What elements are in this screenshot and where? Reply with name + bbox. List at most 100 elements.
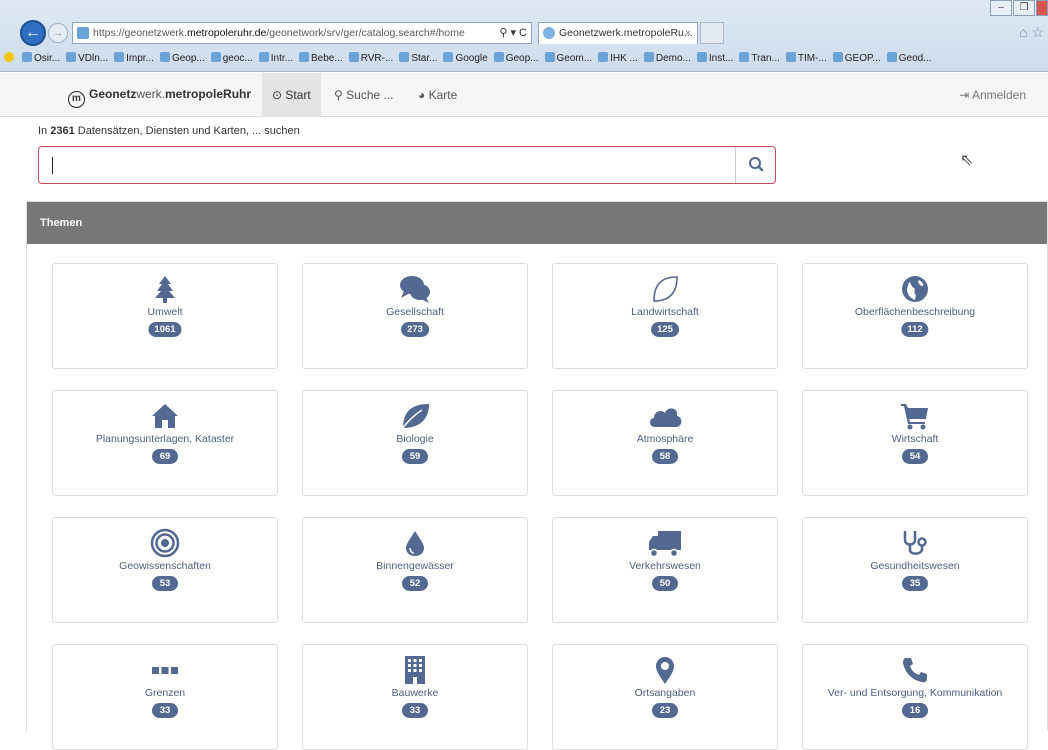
leaf-outline-icon	[553, 274, 777, 304]
favorite-link[interactable]: Geop...	[493, 48, 539, 70]
topic-label: Wirtschaft	[891, 433, 939, 445]
back-button[interactable]: ←	[20, 20, 46, 46]
topic-label: Gesundheitswesen	[870, 560, 960, 572]
favorite-link[interactable]: Inst...	[696, 48, 733, 70]
favorite-icon	[886, 52, 897, 62]
topic-card[interactable]: Planungsunterlagen, Kataster 69	[52, 390, 278, 496]
phone-icon	[803, 655, 1027, 685]
favorite-link[interactable]: Intr...	[258, 48, 293, 70]
topic-label: Grenzen	[144, 687, 186, 699]
favorite-icon	[643, 52, 654, 62]
favorite-icon	[696, 52, 707, 62]
themes-panel: Themen Umwelt 1061 Gesellschaft 273 Landwirt…	[26, 201, 1048, 750]
topic-card[interactable]: Verkehrswesen 50	[552, 517, 778, 623]
search-input[interactable]	[38, 146, 776, 184]
topic-count-badge: 16	[902, 703, 928, 718]
favorite-link[interactable]: GEOP...	[832, 48, 881, 70]
tab-title: Geonetzwerk.metropoleRu...	[559, 27, 693, 39]
favorite-link[interactable]: Google	[443, 48, 488, 70]
topic-card[interactable]: Wirtschaft 54	[802, 390, 1028, 496]
favorites-bar: Osir... VDln... Impr... Geop... geoc... Intr.…	[0, 48, 1048, 70]
favorite-link[interactable]: VDln...	[66, 48, 108, 70]
topic-count-badge: 23	[652, 703, 678, 718]
favorite-link[interactable]: Geop...	[159, 48, 205, 70]
topic-count-badge: 112	[901, 322, 929, 337]
favorite-link[interactable]: Geod...	[886, 48, 932, 70]
forward-button[interactable]: →	[48, 23, 68, 43]
restore-icon[interactable]: ❐	[1013, 0, 1035, 16]
topic-card[interactable]: Biologie 59	[302, 390, 528, 496]
login-link[interactable]: ⇥ Anmelden	[959, 73, 1026, 117]
topic-card[interactable]: Grenzen 33	[52, 644, 278, 750]
topic-label: Landwirtschaft	[631, 306, 699, 318]
topic-card[interactable]: Gesellschaft 273	[302, 263, 528, 369]
nav-search[interactable]: ⚲ Suche ...	[324, 73, 404, 117]
topic-count-badge: 59	[402, 449, 428, 464]
topic-label: Planungsunterlagen, Kataster	[95, 433, 235, 445]
favorite-link[interactable]: IHK ...	[598, 48, 638, 70]
truck-icon	[553, 528, 777, 558]
tab-favicon-icon	[543, 27, 555, 39]
search-icon: ⚲	[334, 88, 343, 102]
favorite-icon	[22, 52, 32, 62]
browser-tab[interactable]: Geonetzwerk.metropoleRu... ×	[538, 22, 698, 44]
topic-label: Atmosphäre	[636, 433, 694, 445]
topic-card[interactable]: Atmosphäre 58	[552, 390, 778, 496]
topic-label: Binnengewässer	[376, 560, 454, 572]
favorite-link[interactable]: RVR-...	[348, 48, 393, 70]
topic-label: Bauwerke	[391, 687, 439, 699]
building-icon	[303, 655, 527, 685]
favorite-link[interactable]: Tran...	[739, 48, 780, 70]
topic-count-badge: 33	[402, 703, 428, 718]
favorite-icon	[544, 52, 555, 62]
address-bar[interactable]: https://geonetzwerk.metropoleruhr.de/geo…	[72, 22, 532, 44]
topic-card[interactable]: Oberflächenbeschreibung 112	[802, 263, 1028, 369]
search-icon	[749, 157, 764, 172]
globe-icon	[803, 274, 1027, 304]
topic-label: Gesellschaft	[386, 306, 444, 318]
topic-card[interactable]: Ortsangaben 23	[552, 644, 778, 750]
tab-close-icon[interactable]: ×	[685, 23, 691, 43]
favorite-link[interactable]: geoc...	[210, 48, 253, 70]
nav-start[interactable]: ⊙ Start	[262, 73, 321, 117]
favorite-link[interactable]: Osir...	[22, 48, 60, 70]
topic-count-badge: 58	[652, 449, 678, 464]
new-tab-button[interactable]	[700, 22, 724, 44]
topic-label: Verkehrswesen	[629, 560, 701, 572]
address-controls[interactable]: ⚲ ▾ C	[499, 23, 527, 43]
stethoscope-icon	[803, 528, 1027, 558]
topic-card[interactable]: Umwelt 1061	[52, 263, 278, 369]
favorite-icon	[114, 52, 125, 62]
favorite-link[interactable]: Impr...	[114, 48, 154, 70]
topic-label: Oberflächenbeschreibung	[854, 306, 976, 318]
drop-icon	[303, 528, 527, 558]
favorite-link[interactable]: Demo...	[643, 48, 691, 70]
minimize-icon[interactable]: –	[990, 0, 1012, 16]
topic-count-badge: 50	[652, 576, 678, 591]
topic-card[interactable]: Bauwerke 33	[302, 644, 528, 750]
ellipsis-icon	[53, 655, 277, 685]
bullseye-icon	[53, 528, 277, 558]
map-marker-icon	[553, 655, 777, 685]
sign-in-icon: ⇥	[959, 88, 970, 102]
text-caret	[52, 157, 53, 174]
topic-card[interactable]: Ver- und Entsorgung, Kommunikation 16	[802, 644, 1028, 750]
favorite-link[interactable]: TIM-...	[785, 48, 827, 70]
favorite-link[interactable]: Bebe...	[299, 48, 343, 70]
favorite-icon	[399, 52, 410, 62]
cloud-icon	[553, 401, 777, 431]
nav-map[interactable]: ◕ Karte	[408, 73, 467, 117]
topic-count-badge: 35	[902, 576, 928, 591]
toolbar-icons[interactable]: ⌂ ☆	[1019, 24, 1044, 41]
topic-card[interactable]: Gesundheitswesen 35	[802, 517, 1028, 623]
topic-card[interactable]: Landwirtschaft 125	[552, 263, 778, 369]
favorite-link[interactable]: Geom...	[544, 48, 592, 70]
search-button[interactable]	[735, 147, 775, 183]
favorites-star-icon[interactable]	[4, 48, 16, 70]
topic-card[interactable]: Binnengewässer 52	[302, 517, 528, 623]
favorite-link[interactable]: Star...	[399, 48, 437, 70]
brand-logo[interactable]: m Geonetzwerk.metropoleRuhr	[68, 87, 251, 108]
circle-dot-icon: ⊙	[272, 88, 283, 102]
close-window-icon[interactable]	[1036, 0, 1048, 16]
topic-card[interactable]: Geowissenschaften 53	[52, 517, 278, 623]
